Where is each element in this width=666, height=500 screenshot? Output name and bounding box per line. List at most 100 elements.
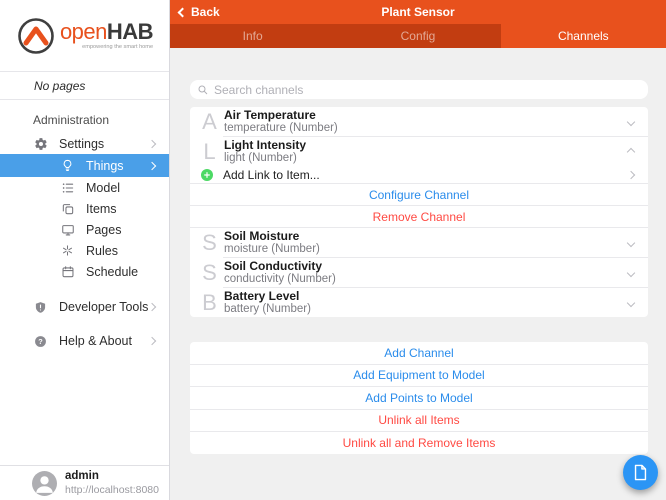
sidebar-item-pages[interactable]: Pages — [0, 219, 169, 240]
tab-config[interactable]: Config — [335, 24, 500, 48]
rules-asterisk-icon — [60, 243, 75, 258]
add-equipment-to-model-button[interactable]: Add Equipment to Model — [190, 365, 648, 387]
add-link-label: Add Link to Item... — [223, 168, 320, 182]
wordmark-open: open — [60, 21, 107, 43]
sidebar-item-settings[interactable]: Settings — [0, 133, 169, 154]
channel-subtitle: light (Number) — [224, 152, 306, 164]
chevron-down-icon — [627, 298, 635, 306]
channels-card: A Air Temperature temperature (Number) L… — [190, 107, 648, 317]
help-circle-icon: ? — [33, 334, 48, 349]
openhab-logo: openHAB empowering the smart home — [0, 0, 169, 72]
add-points-to-model-button[interactable]: Add Points to Model — [190, 387, 648, 409]
channel-initial: S — [195, 262, 224, 284]
openhab-admin-app: openHAB empowering the smart home No pag… — [0, 0, 666, 500]
channel-initial: B — [195, 292, 224, 314]
channel-row-battery-level[interactable]: B Battery Level battery (Number) — [190, 288, 648, 317]
administration-section-label: Administration — [0, 100, 169, 133]
configure-channel-button[interactable]: Configure Channel — [190, 184, 648, 205]
sidebar-item-model[interactable]: Model — [0, 177, 169, 198]
channels-content: A Air Temperature temperature (Number) L… — [170, 48, 666, 500]
channel-subtitle: conductivity (Number) — [224, 273, 336, 285]
add-link-to-item-button[interactable]: Add Link to Item... — [190, 166, 648, 183]
openhab-wordmark: openHAB empowering the smart home — [60, 21, 153, 50]
sidebar-item-label: Items — [86, 202, 117, 216]
sidebar-item-label: Rules — [86, 244, 118, 258]
chevron-up-icon — [627, 147, 635, 155]
channel-subtitle: battery (Number) — [224, 303, 311, 315]
code-view-fab[interactable] — [623, 455, 658, 490]
channel-title: Air Temperature — [224, 109, 338, 122]
brand-tagline: empowering the smart home — [82, 44, 153, 50]
account-row[interactable]: admin http://localhost:8080 — [0, 465, 169, 500]
channel-title: Soil Conductivity — [224, 260, 336, 273]
tab-bar: Info Config Channels — [170, 24, 666, 48]
avatar — [32, 471, 57, 496]
channel-subtitle: moisture (Number) — [224, 243, 320, 255]
openhab-logo-icon — [16, 16, 56, 56]
sidebar-item-developer-tools[interactable]: Developer Tools — [0, 294, 169, 320]
chevron-right-icon — [148, 139, 156, 147]
sidebar-item-label: Things — [86, 159, 124, 173]
channel-subtitle: temperature (Number) — [224, 122, 338, 134]
thing-actions-card: Add Channel Add Equipment to Model Add P… — [190, 342, 648, 454]
tab-channels[interactable]: Channels — [501, 24, 666, 48]
channel-row-soil-conductivity[interactable]: S Soil Conductivity conductivity (Number… — [190, 258, 648, 287]
sidebar-item-items[interactable]: Items — [0, 198, 169, 219]
no-pages-label: No pages — [0, 72, 169, 100]
channel-title: Soil Moisture — [224, 230, 320, 243]
channel-row-soil-moisture[interactable]: S Soil Moisture moisture (Number) — [190, 228, 648, 257]
sidebar-item-schedule[interactable]: Schedule — [0, 261, 169, 282]
sidebar-item-things[interactable]: Things — [0, 154, 169, 177]
channel-initial: A — [195, 111, 224, 133]
account-username: admin — [65, 470, 159, 483]
chevron-right-icon — [627, 170, 635, 178]
chevron-right-icon — [148, 303, 156, 311]
chevron-down-icon — [627, 238, 635, 246]
sidebar-item-rules[interactable]: Rules — [0, 240, 169, 261]
add-channel-button[interactable]: Add Channel — [190, 342, 648, 364]
sidebar-item-label: Model — [86, 181, 120, 195]
gear-icon — [33, 136, 48, 151]
main-panel: Back Plant Sensor Info Config Channels A… — [170, 0, 666, 500]
unlink-all-items-button[interactable]: Unlink all Items — [190, 410, 648, 432]
top-navbar: Back Plant Sensor — [170, 0, 666, 24]
document-icon — [633, 464, 648, 481]
sidebar-item-help-about[interactable]: ? Help & About — [0, 328, 169, 354]
sidebar: openHAB empowering the smart home No pag… — [0, 0, 170, 500]
unlink-all-and-remove-items-button[interactable]: Unlink all and Remove Items — [190, 432, 648, 454]
channel-row-light-intensity[interactable]: L Light Intensity light (Number) — [190, 137, 648, 166]
back-label: Back — [191, 5, 220, 19]
channel-title: Battery Level — [224, 290, 311, 303]
wordmark-hab: HAB — [107, 21, 153, 43]
pages-monitor-icon — [60, 222, 75, 237]
back-button[interactable]: Back — [179, 5, 220, 19]
account-server-url: http://localhost:8080 — [65, 484, 159, 496]
model-tree-icon — [60, 180, 75, 195]
search-bar — [190, 80, 648, 99]
developer-shield-icon — [33, 300, 48, 315]
sidebar-item-label: Help & About — [59, 334, 132, 348]
schedule-calendar-icon — [60, 264, 75, 279]
sidebar-item-label: Developer Tools — [59, 300, 148, 314]
channel-title: Light Intensity — [224, 139, 306, 152]
remove-channel-button[interactable]: Remove Channel — [190, 206, 648, 227]
chevron-right-icon — [148, 337, 156, 345]
chevron-right-icon — [148, 161, 156, 169]
sidebar-item-label: Pages — [86, 223, 121, 237]
tab-info[interactable]: Info — [170, 24, 335, 48]
items-copy-icon — [60, 201, 75, 216]
sidebar-item-label: Settings — [59, 137, 104, 151]
channel-initial: L — [195, 141, 224, 163]
svg-text:?: ? — [38, 336, 43, 345]
search-input[interactable] — [214, 83, 641, 97]
channel-initial: S — [195, 232, 224, 254]
chevron-down-icon — [627, 268, 635, 276]
sidebar-item-label: Schedule — [86, 265, 138, 279]
chevron-down-icon — [627, 117, 635, 125]
back-chevron-icon — [178, 7, 188, 17]
lightbulb-icon — [60, 158, 75, 173]
channel-row-air-temperature[interactable]: A Air Temperature temperature (Number) — [190, 107, 648, 136]
search-icon — [197, 84, 209, 96]
add-plus-icon — [201, 169, 213, 181]
page-title: Plant Sensor — [381, 5, 454, 19]
